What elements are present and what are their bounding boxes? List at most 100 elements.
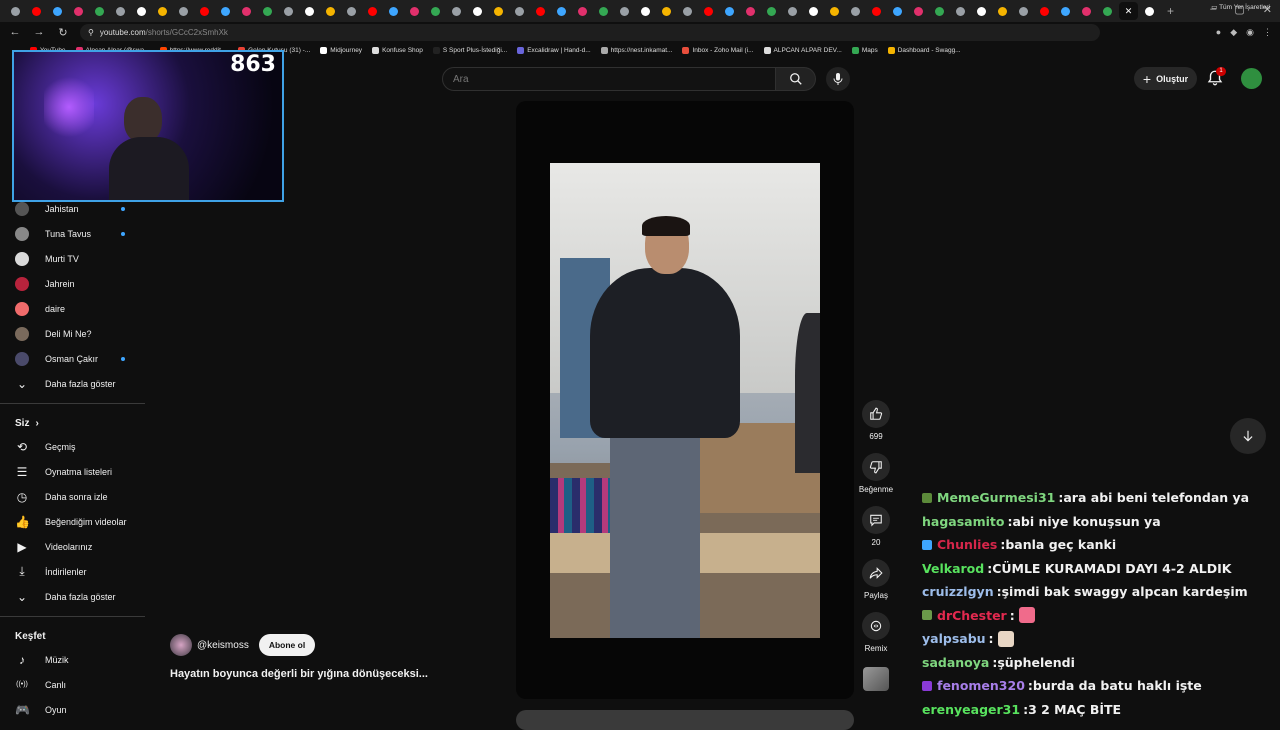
browser-tab[interactable]: [111, 2, 130, 20]
browser-tab[interactable]: [216, 2, 235, 20]
browser-tab[interactable]: [930, 2, 949, 20]
browser-tab[interactable]: [90, 2, 109, 20]
bookmark-item[interactable]: https://nest.inkamat...: [600, 46, 672, 54]
browser-tab[interactable]: [594, 2, 613, 20]
browser-tab[interactable]: [69, 2, 88, 20]
browser-tab[interactable]: [342, 2, 361, 20]
search-input[interactable]: [442, 67, 777, 91]
all-bookmarks-button[interactable]: ▭ Tüm Yer İşaretleri: [1211, 3, 1270, 11]
browser-tab[interactable]: [741, 2, 760, 20]
browser-tab[interactable]: [363, 2, 382, 20]
browser-tab[interactable]: [636, 2, 655, 20]
profile-icon[interactable]: ◉: [1246, 27, 1254, 38]
browser-tab[interactable]: [1014, 2, 1033, 20]
site-info-icon[interactable]: ⚲: [88, 28, 94, 37]
browser-tab[interactable]: [300, 2, 319, 20]
reload-icon[interactable]: ↻: [56, 26, 70, 39]
browser-tab[interactable]: [132, 2, 151, 20]
channel-name[interactable]: @keismoss: [197, 640, 249, 651]
forward-icon[interactable]: →: [32, 26, 46, 38]
browser-tab[interactable]: [1035, 2, 1054, 20]
browser-tab[interactable]: [174, 2, 193, 20]
bookmark-item[interactable]: ALPCAN ALPAR DEV...: [763, 46, 842, 54]
browser-tab[interactable]: [279, 2, 298, 20]
browser-tab[interactable]: [678, 2, 697, 20]
search-button[interactable]: [776, 67, 816, 91]
sidebar-subscription[interactable]: Deli Mi Ne?: [0, 321, 145, 346]
avatar[interactable]: [1241, 68, 1262, 89]
back-icon[interactable]: ←: [8, 26, 22, 38]
browser-tab[interactable]: [993, 2, 1012, 20]
dislike-button[interactable]: [862, 453, 890, 481]
sidebar-subscription[interactable]: Jahrein: [0, 271, 145, 296]
bookmark-item[interactable]: Excalidraw | Hand-d...: [517, 46, 591, 54]
menu-icon[interactable]: ⋮: [1263, 27, 1272, 38]
sidebar-item[interactable]: 🎮 Oyun: [0, 697, 145, 722]
browser-tab[interactable]: [258, 2, 277, 20]
browser-tab[interactable]: [888, 2, 907, 20]
you-heading[interactable]: Siz ›: [0, 412, 145, 434]
browser-tab[interactable]: [846, 2, 865, 20]
browser-tab[interactable]: [972, 2, 991, 20]
sidebar-item[interactable]: ♪ Müzik: [0, 647, 145, 672]
browser-tab[interactable]: [321, 2, 340, 20]
browser-tab[interactable]: [405, 2, 424, 20]
browser-tab[interactable]: [825, 2, 844, 20]
bookmark-item[interactable]: Maps: [851, 46, 878, 54]
browser-tab[interactable]: ✕: [1119, 2, 1138, 20]
browser-tab[interactable]: [48, 2, 67, 20]
sidebar-subscription[interactable]: Tuna Tavus: [0, 221, 145, 246]
bookmark-item[interactable]: S Sport Plus-İstediği...: [432, 46, 507, 54]
browser-tab[interactable]: [1056, 2, 1075, 20]
browser-tab[interactable]: [552, 2, 571, 20]
browser-tab[interactable]: [510, 2, 529, 20]
browser-tab[interactable]: [426, 2, 445, 20]
browser-tab[interactable]: [237, 2, 256, 20]
browser-tab[interactable]: [153, 2, 172, 20]
browser-tab[interactable]: [951, 2, 970, 20]
bookmark-item[interactable]: Dashboard - Swagg...: [887, 46, 961, 54]
channel-avatar[interactable]: [170, 634, 192, 656]
sidebar-subscription[interactable]: Osman Çakır: [0, 346, 145, 371]
browser-tab[interactable]: [6, 2, 25, 20]
browser-tab[interactable]: [720, 2, 739, 20]
browser-tab[interactable]: [783, 2, 802, 20]
browser-tab[interactable]: [909, 2, 928, 20]
next-short-preview[interactable]: [516, 710, 854, 730]
bookmark-item[interactable]: Midjourney: [320, 46, 362, 54]
sidebar-item[interactable]: ⟲ Geçmiş: [0, 434, 145, 459]
sidebar-item[interactable]: 👍 Beğendiğim videolar: [0, 509, 145, 534]
bookmark-item[interactable]: Konfuse Shop: [372, 46, 423, 54]
browser-tab[interactable]: [27, 2, 46, 20]
comments-button[interactable]: [862, 506, 890, 534]
browser-tab[interactable]: [468, 2, 487, 20]
browser-tab[interactable]: [657, 2, 676, 20]
browser-tab[interactable]: [804, 2, 823, 20]
create-button[interactable]: + Oluştur: [1134, 67, 1197, 90]
share-button[interactable]: [862, 559, 890, 587]
browser-tab[interactable]: [489, 2, 508, 20]
remix-button[interactable]: [862, 612, 890, 640]
video-title[interactable]: Hayatın boyunca değerli bir yığına dönüş…: [170, 668, 428, 680]
sidebar-subscription[interactable]: Murti TV: [0, 246, 145, 271]
sidebar-item[interactable]: ◷ Daha sonra izle: [0, 484, 145, 509]
show-more-button[interactable]: ⌄ Daha fazla göster: [0, 584, 145, 609]
browser-tab[interactable]: [762, 2, 781, 20]
browser-tab[interactable]: [573, 2, 592, 20]
browser-tab[interactable]: [384, 2, 403, 20]
next-short-button[interactable]: [1230, 418, 1266, 454]
video-frame[interactable]: [550, 163, 820, 638]
browser-tab[interactable]: [1077, 2, 1096, 20]
subscribe-button[interactable]: Abone ol: [258, 634, 316, 656]
browser-tab[interactable]: [1140, 2, 1159, 20]
sidebar-subscription[interactable]: daire: [0, 296, 145, 321]
browser-tab[interactable]: [615, 2, 634, 20]
extension-icon[interactable]: ◆: [1230, 27, 1237, 38]
sidebar-item[interactable]: ((•)) Canlı: [0, 672, 145, 697]
bookmark-item[interactable]: Inbox - Zoho Mail (i...: [682, 46, 754, 54]
new-tab-button[interactable]: +: [1167, 4, 1174, 18]
browser-tab[interactable]: [195, 2, 214, 20]
url-field[interactable]: ⚲ youtube.com/shorts/GCcC2xSmhXk: [80, 23, 1100, 41]
browser-tab[interactable]: [699, 2, 718, 20]
sidebar-item[interactable]: ▶ Videolarınız: [0, 534, 145, 559]
